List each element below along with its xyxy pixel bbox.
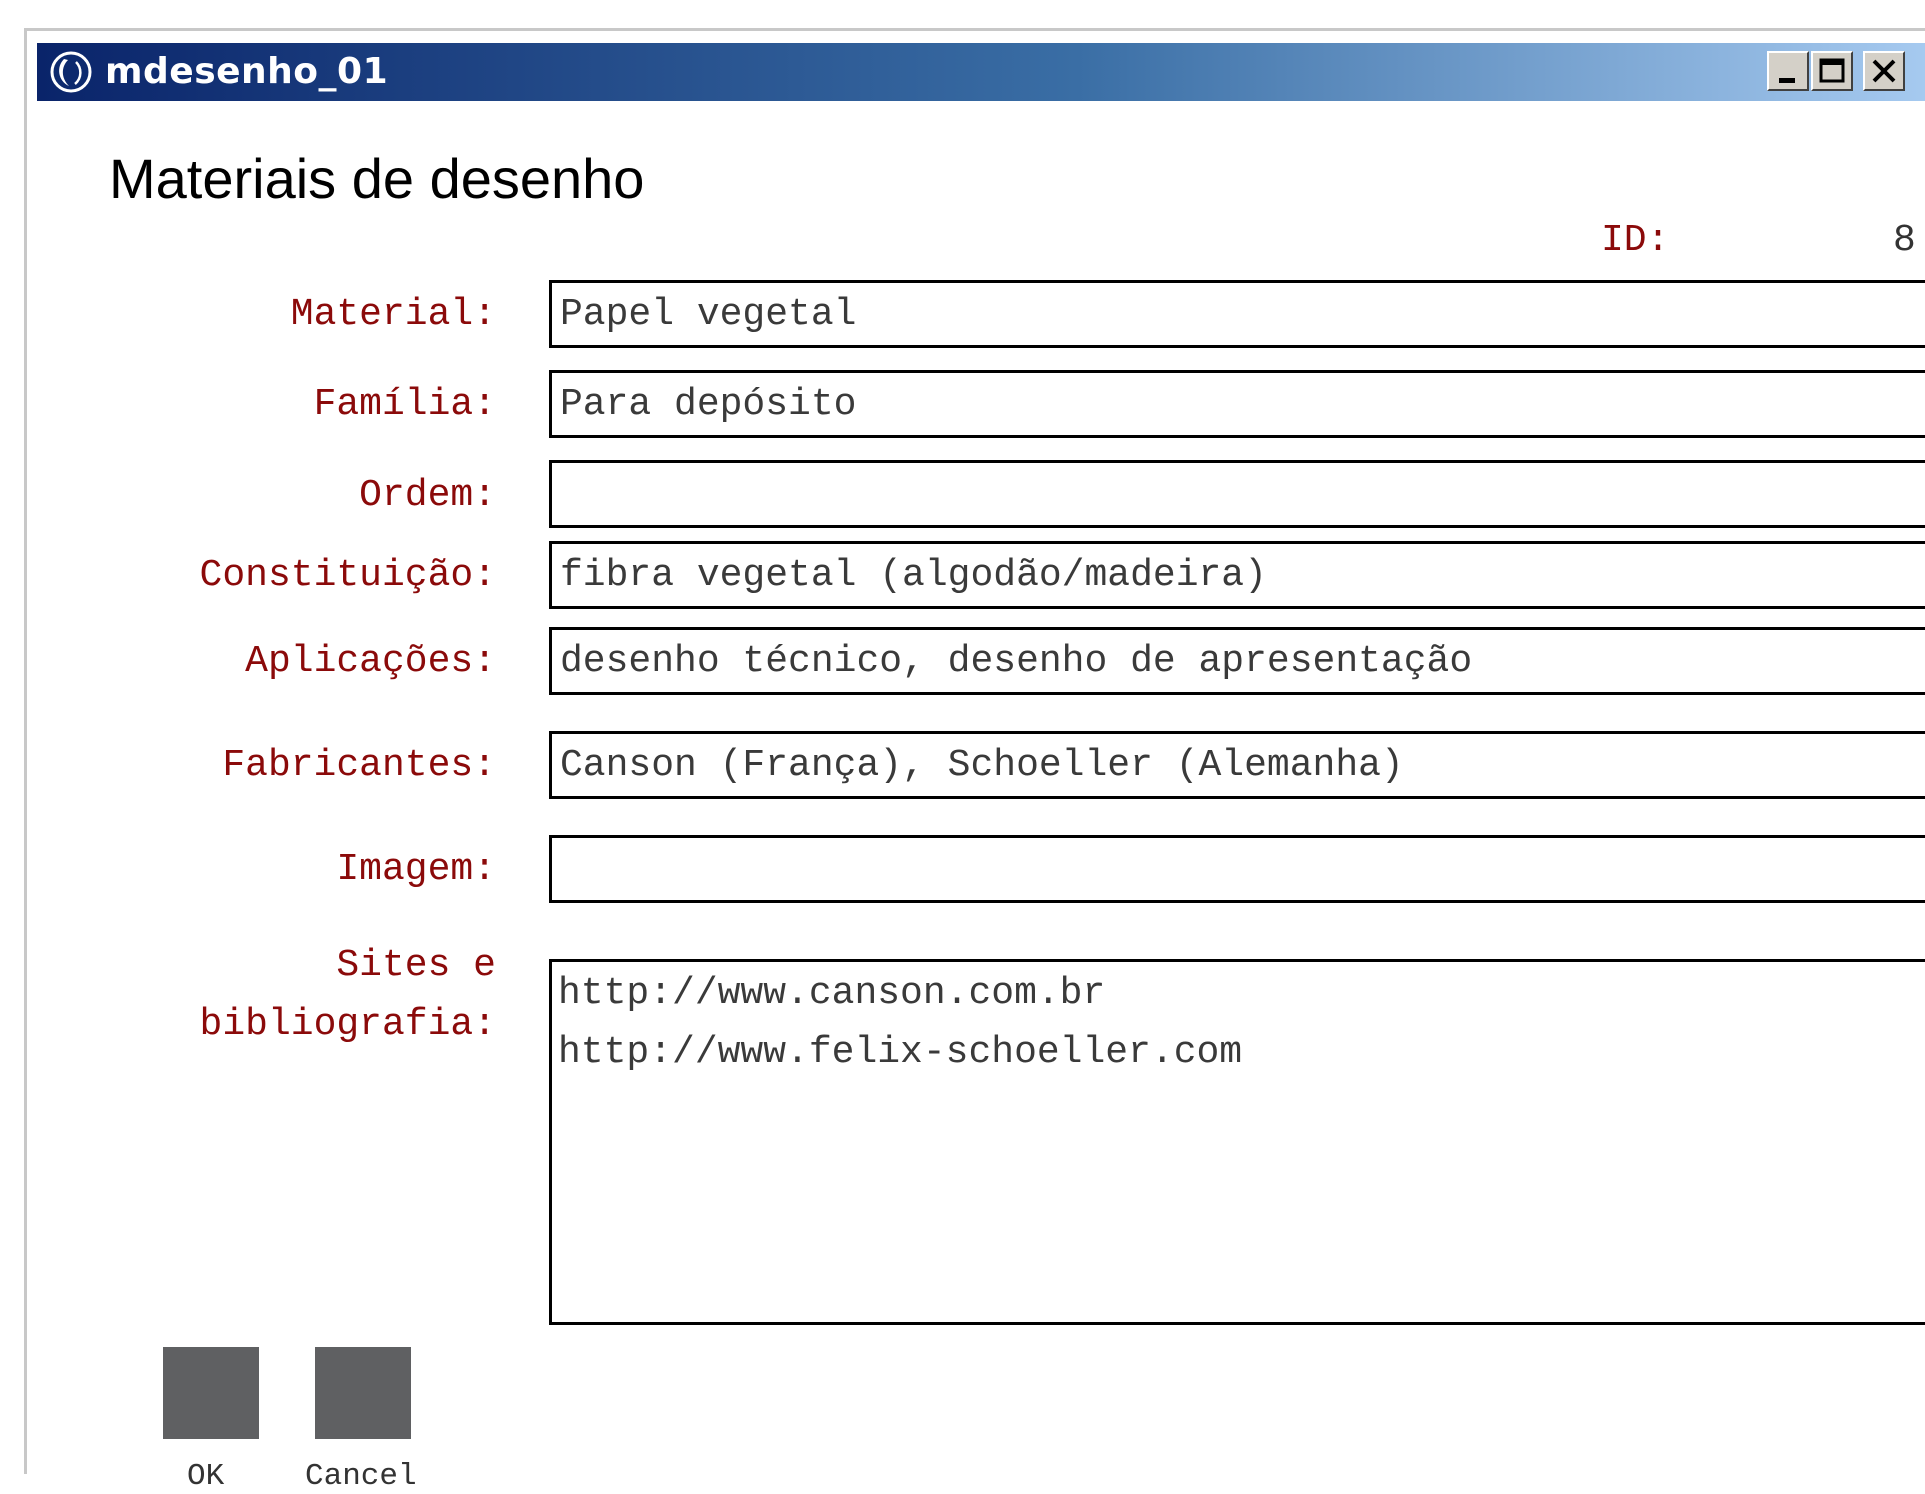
imagem-field[interactable] (549, 835, 1925, 903)
sites-line: http://www.felix-schoeller.com (558, 1031, 1243, 1074)
fabricantes-label: Fabricantes: (222, 744, 496, 787)
ok-button[interactable] (163, 1347, 259, 1439)
imagem-label: Imagem: (336, 848, 496, 891)
sites-line: http://www.canson.com.br (558, 972, 1106, 1015)
cancel-button[interactable] (315, 1347, 411, 1439)
familia-value: Para depósito (560, 383, 857, 426)
constituicao-value: fibra vegetal (algodão/madeira) (560, 554, 1267, 597)
id-value: 8 (1893, 219, 1916, 262)
maximize-icon (1819, 58, 1845, 83)
material-field[interactable]: Papel vegetal (549, 280, 1925, 348)
material-label: Material: (290, 293, 496, 336)
sites-label-line1: Sites e (336, 944, 496, 987)
app-window: mdesenho_01 Materiais de desenho ID: 8 M… (24, 28, 1925, 1494)
aplicacoes-field[interactable]: desenho técnico, desenho de apresentação (549, 627, 1925, 695)
close-button[interactable] (1863, 51, 1905, 91)
sites-textarea[interactable]: http://www.canson.com.br http://www.feli… (549, 959, 1925, 1325)
constituicao-field[interactable]: fibra vegetal (algodão/madeira) (549, 541, 1925, 609)
aplicacoes-label: Aplicações: (245, 640, 496, 683)
aplicacoes-value: desenho técnico, desenho de apresentação (560, 640, 1473, 683)
ok-label: OK (187, 1459, 225, 1494)
ordem-label: Ordem: (359, 474, 496, 517)
sites-label-line2: bibliografia: (199, 1003, 496, 1046)
id-label: ID: (1601, 219, 1670, 262)
minimize-icon (1779, 78, 1795, 83)
fabricantes-field[interactable]: Canson (França), Schoeller (Alemanha) (549, 731, 1925, 799)
close-icon (1872, 59, 1896, 83)
familia-field[interactable]: Para depósito (549, 370, 1925, 438)
page-title: Materiais de desenho (109, 147, 645, 210)
ordem-field[interactable] (549, 460, 1925, 528)
title-bar[interactable]: mdesenho_01 (37, 43, 1925, 101)
minimize-button[interactable] (1767, 51, 1809, 91)
app-globe-icon[interactable] (49, 50, 93, 94)
fabricantes-value: Canson (França), Schoeller (Alemanha) (560, 744, 1404, 787)
familia-label: Família: (313, 383, 496, 426)
window-title: mdesenho_01 (105, 51, 389, 92)
maximize-button[interactable] (1811, 51, 1853, 91)
constituicao-label: Constituição: (199, 554, 496, 597)
cancel-label: Cancel (305, 1459, 417, 1494)
material-value: Papel vegetal (560, 293, 857, 336)
